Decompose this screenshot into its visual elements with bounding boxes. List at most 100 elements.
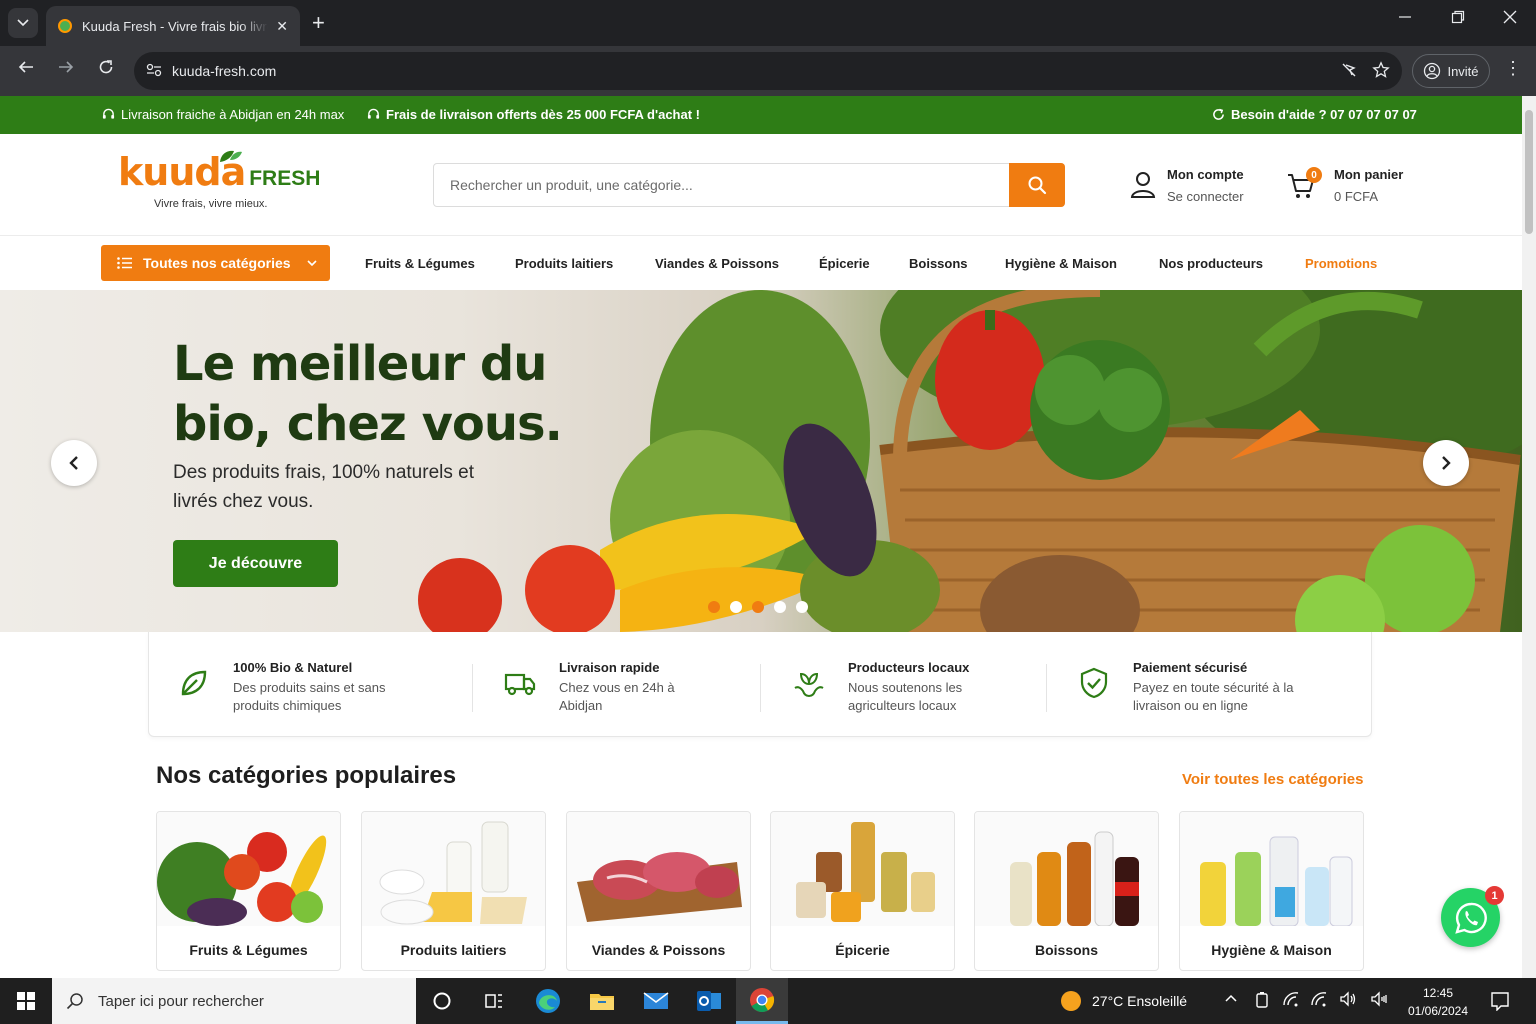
browser-tab-active[interactable]: Kuuda Fresh - Vivre frais bio livré ✕ [46,6,300,46]
search-icon [1028,176,1047,195]
forward-icon[interactable] [54,59,78,80]
see-all-categories-link[interactable]: Voir toutes les catégories [1182,771,1363,788]
wifi-icon[interactable] [1310,991,1328,1010]
speaker-settings-icon[interactable] [1370,991,1388,1010]
cast-off-icon[interactable] [1340,61,1358,84]
restore-icon[interactable] [1451,10,1465,29]
feature-title: Producteurs locaux [848,660,970,675]
site-settings-icon[interactable] [146,63,162,77]
battery-icon[interactable] [1254,991,1270,1012]
weather-widget[interactable]: 27°C Ensoleillé [1060,990,1187,1012]
category-card-boissons[interactable]: Boissons [974,811,1159,971]
network-icon[interactable] [1282,991,1300,1010]
category-card-hygiene-maison[interactable]: Hygiène & Maison [1179,811,1364,971]
sun-icon [1061,991,1081,1011]
tab-close-icon[interactable]: ✕ [276,18,288,35]
windows-logo-icon [17,992,35,1010]
cart-count-badge: 0 [1306,167,1322,183]
list-icon [117,257,132,269]
weather-text: 27°C Ensoleillé [1092,993,1188,1009]
search-button[interactable] [1009,163,1065,207]
account-link[interactable]: Mon compte Se connecter [1130,165,1270,205]
all-categories-button[interactable]: Toutes nos catégories [101,245,330,281]
slider-dot[interactable] [774,601,786,613]
start-button[interactable] [0,978,52,1024]
cleaning-products-image [1180,812,1363,926]
back-icon[interactable] [14,59,38,80]
profile-button[interactable]: Invité [1412,54,1490,88]
grocery-jars-image [771,812,954,926]
refresh-phone-icon [1213,108,1224,120]
whatsapp-notification-badge: 1 [1485,886,1504,905]
category-card-viandes-poissons[interactable]: Viandes & Poissons [566,811,751,971]
file-explorer-icon[interactable] [576,978,628,1024]
edge-browser-icon[interactable] [522,978,574,1024]
mail-icon[interactable] [630,978,682,1024]
all-categories-label: Toutes nos catégories [143,255,291,271]
feature-title: Livraison rapide [559,660,660,675]
slider-dot[interactable] [796,601,808,613]
tab-search-button[interactable] [8,8,38,38]
site-logo[interactable]: kuuda FRESH Vivre frais, vivre mieux. [118,150,328,218]
nav-boissons[interactable]: Boissons [909,256,968,271]
scrollbar-thumb[interactable] [1525,110,1533,234]
nav-hygiene-maison[interactable]: Hygiène & Maison [1005,256,1117,271]
task-view-icon[interactable] [468,978,520,1024]
category-label: Hygiène & Maison [1211,942,1332,958]
category-label: Fruits & Légumes [189,942,308,958]
account-login: Se connecter [1167,189,1244,204]
vegetables-image [157,812,340,926]
section-title: Nos catégories populaires [156,762,457,789]
nav-producteurs[interactable]: Nos producteurs [1159,256,1263,271]
meat-image [567,812,750,926]
user-icon [1130,172,1156,198]
search-bar [433,163,1065,207]
bookmark-star-icon[interactable] [1372,61,1390,84]
feature-divider [472,664,473,712]
reload-icon[interactable] [94,59,118,80]
taskbar-search-input[interactable] [98,992,398,1010]
chrome-icon[interactable] [736,978,788,1024]
slider-dot[interactable] [752,601,764,613]
category-card-produits-laitiers[interactable]: Produits laitiers [361,811,546,971]
url-text: kuuda-fresh.com [172,63,277,79]
category-cards: Fruits & Légumes Produits laitiers Viand… [156,811,1366,971]
feature-title: 100% Bio & Naturel [233,660,353,675]
nav-promotions[interactable]: Promotions [1305,256,1377,271]
feature-desc: Nous soutenons les agriculteurs locaux [848,680,963,713]
search-input[interactable] [434,164,1010,206]
hero-next-button[interactable] [1423,440,1469,486]
nav-epicerie[interactable]: Épicerie [819,256,870,271]
help-phone[interactable]: Besoin d'aide ? 07 07 07 07 07 [1212,107,1417,122]
leaf-icon [220,150,242,162]
clock-time: 12:45 [1422,986,1454,1000]
browser-toolbar: kuuda-fresh.com Invité ⋮ [0,46,1536,96]
cart-link[interactable]: 0 Mon panier 0 FCFA [1286,165,1436,205]
slider-dot[interactable] [708,601,720,613]
nav-produits-laitiers[interactable]: Produits laitiers [515,256,613,271]
outlook-icon[interactable] [683,978,735,1024]
page-scrollbar[interactable] [1522,96,1536,978]
minimize-icon[interactable] [1398,10,1412,29]
browser-menu-icon[interactable]: ⋮ [1504,58,1522,79]
new-tab-button[interactable]: + [312,12,325,34]
cortana-icon[interactable] [416,978,468,1024]
nav-viandes-poissons[interactable]: Viandes & Poissons [655,256,779,271]
nav-fruits-legumes[interactable]: Fruits & Légumes [365,256,475,271]
profile-icon [1424,62,1441,80]
hero-discover-button[interactable]: Je découvre [173,540,338,587]
address-bar[interactable]: kuuda-fresh.com [134,52,1402,90]
close-window-icon[interactable] [1503,10,1517,29]
cart-total: 0 FCFA [1334,189,1379,204]
profile-label: Invité [1447,63,1479,79]
category-card-fruits-legumes[interactable]: Fruits & Légumes [156,811,341,971]
slider-dot[interactable] [730,601,742,613]
hero-prev-button[interactable] [51,440,97,486]
chevron-up-icon[interactable] [1224,991,1238,1008]
system-clock[interactable]: 12:45 01/06/2024 [1398,984,1478,1020]
help-phone-text: Besoin d'aide ? 07 07 07 07 07 [1231,107,1417,122]
volume-icon[interactable] [1339,991,1357,1010]
windows-taskbar: 27°C Ensoleillé 12:45 01/06/2024 [0,978,1536,1024]
category-card-epicerie[interactable]: Épicerie [770,811,955,971]
notification-center-icon[interactable] [1490,991,1510,1016]
